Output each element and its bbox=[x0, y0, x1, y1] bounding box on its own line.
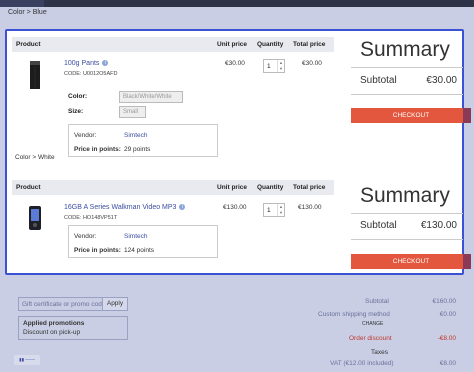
vendor-label: Vendor: bbox=[74, 233, 97, 240]
totals-label: Order discount bbox=[349, 335, 392, 342]
table-row: 16GB A Series Walkman Video MP3 i CODE: H… bbox=[12, 195, 334, 275]
divider bbox=[351, 239, 463, 240]
stepper-arrows-icon[interactable]: ▲ ▼ bbox=[277, 60, 284, 72]
option-label-size: Size: bbox=[68, 108, 84, 115]
header-total-price: Total price bbox=[293, 184, 326, 191]
pants-thumbnail[interactable] bbox=[26, 60, 44, 90]
header-quantity: Quantity bbox=[257, 41, 284, 48]
checkout-button[interactable]: CHECKOUT bbox=[351, 254, 471, 269]
unit-price: €30.00 bbox=[225, 60, 245, 67]
table-header: Product Unit price Quantity Total price bbox=[12, 37, 334, 52]
totals-label: Subtotal bbox=[365, 298, 389, 305]
total-price: €130.00 bbox=[298, 204, 322, 211]
checkout-label[interactable]: CHECKOUT bbox=[393, 112, 429, 119]
quantity-stepper[interactable]: 1 ▲ ▼ bbox=[263, 203, 285, 217]
points-value: 124 points bbox=[124, 247, 154, 254]
totals-value: -€8.00 bbox=[437, 335, 456, 342]
quantity-value[interactable]: 1 bbox=[267, 207, 271, 214]
promotions-desc: Discount on pick-up bbox=[23, 329, 81, 336]
brand-logo-icon: ▮▮ ─── bbox=[14, 355, 40, 365]
unit-price: €130.00 bbox=[223, 204, 247, 211]
totals-label: Taxes bbox=[371, 349, 388, 356]
vendor-link[interactable]: Simtech bbox=[124, 132, 147, 139]
apply-button[interactable]: Apply bbox=[102, 297, 128, 311]
header-product: Product bbox=[16, 41, 41, 48]
color-caption: Color > White bbox=[15, 154, 55, 161]
change-shipping-link[interactable]: CHANGE bbox=[362, 321, 383, 327]
mp3-player-thumbnail[interactable] bbox=[26, 203, 44, 233]
product-name[interactable]: 16GB A Series Walkman Video MP3 bbox=[64, 204, 176, 211]
promotions-title: Applied promotions bbox=[23, 320, 85, 327]
divider bbox=[351, 67, 463, 68]
total-price: €30.00 bbox=[302, 60, 322, 67]
color-select[interactable]: Black/White/White bbox=[119, 91, 183, 103]
checkout-label[interactable]: CHECKOUT bbox=[393, 258, 429, 265]
points-label: Price in points: bbox=[74, 146, 121, 153]
header-total-price: Total price bbox=[293, 41, 326, 48]
header-quantity: Quantity bbox=[257, 184, 284, 191]
option-label-color: Color: bbox=[68, 93, 88, 100]
checkout-edge bbox=[463, 108, 471, 123]
points-value: 29 points bbox=[124, 146, 151, 153]
cart-table-2: Product Unit price Quantity Total price … bbox=[12, 180, 334, 275]
table-header: Product Unit price Quantity Total price bbox=[12, 180, 334, 195]
header-unit-price: Unit price bbox=[217, 184, 247, 191]
stepper-arrows-icon[interactable]: ▲ ▼ bbox=[277, 204, 284, 216]
applied-promotions-box: Applied promotions Discount on pick-up bbox=[18, 316, 128, 340]
checkout-button[interactable]: CHECKOUT bbox=[351, 108, 471, 123]
quantity-value[interactable]: 1 bbox=[267, 63, 271, 70]
product-code: CODE: U0012O5AFD bbox=[64, 71, 118, 77]
gift-code-placeholder[interactable]: Gift certificate or promo code bbox=[22, 301, 105, 308]
header-unit-price: Unit price bbox=[217, 41, 247, 48]
divider bbox=[351, 94, 463, 95]
breadcrumb: Color > Blue bbox=[8, 9, 47, 16]
product-link[interactable]: 100g Pants i bbox=[64, 60, 109, 67]
table-row: 100g Pants i CODE: U0012O5AFD €30.00 1 ▲ ▼… bbox=[12, 52, 334, 172]
header-product: Product bbox=[16, 184, 41, 191]
vendor-link[interactable]: Simtech bbox=[124, 233, 147, 240]
totals-value: €8.00 bbox=[439, 360, 456, 367]
product-name[interactable]: 100g Pants bbox=[64, 60, 99, 67]
subtotal-label: Subtotal bbox=[360, 75, 397, 86]
cart-table-1: Product Unit price Quantity Total price … bbox=[12, 37, 334, 172]
points-label: Price in points: bbox=[74, 247, 121, 254]
totals-value: €0.00 bbox=[439, 311, 456, 318]
product-link[interactable]: 16GB A Series Walkman Video MP3 i bbox=[64, 204, 186, 211]
totals-label: Custom shipping method bbox=[318, 311, 390, 318]
vendor-label: Vendor: bbox=[74, 132, 97, 139]
top-bar bbox=[0, 0, 474, 7]
subtotal-value: €30.00 bbox=[426, 75, 457, 86]
totals-label: VAT (€12.00 included) bbox=[330, 360, 394, 367]
top-bar-tab[interactable] bbox=[0, 0, 44, 7]
info-icon[interactable]: i bbox=[102, 60, 109, 67]
vendor-box: Vendor: Simtech Price in points: 29 poin… bbox=[68, 124, 218, 157]
info-icon[interactable]: i bbox=[179, 204, 186, 211]
summary-title: Summary bbox=[360, 184, 450, 207]
size-select[interactable]: Small bbox=[119, 106, 146, 118]
subtotal-value: €130.00 bbox=[420, 220, 457, 231]
quantity-stepper[interactable]: 1 ▲ ▼ bbox=[263, 59, 285, 73]
product-code: CODE: HO148VP51T bbox=[64, 215, 118, 221]
vendor-box: Vendor: Simtech Price in points: 124 poi… bbox=[68, 225, 218, 258]
divider bbox=[351, 213, 463, 214]
checkout-edge bbox=[463, 254, 471, 269]
summary-title: Summary bbox=[360, 38, 450, 61]
subtotal-label: Subtotal bbox=[360, 220, 397, 231]
totals-value: €160.00 bbox=[432, 298, 457, 305]
